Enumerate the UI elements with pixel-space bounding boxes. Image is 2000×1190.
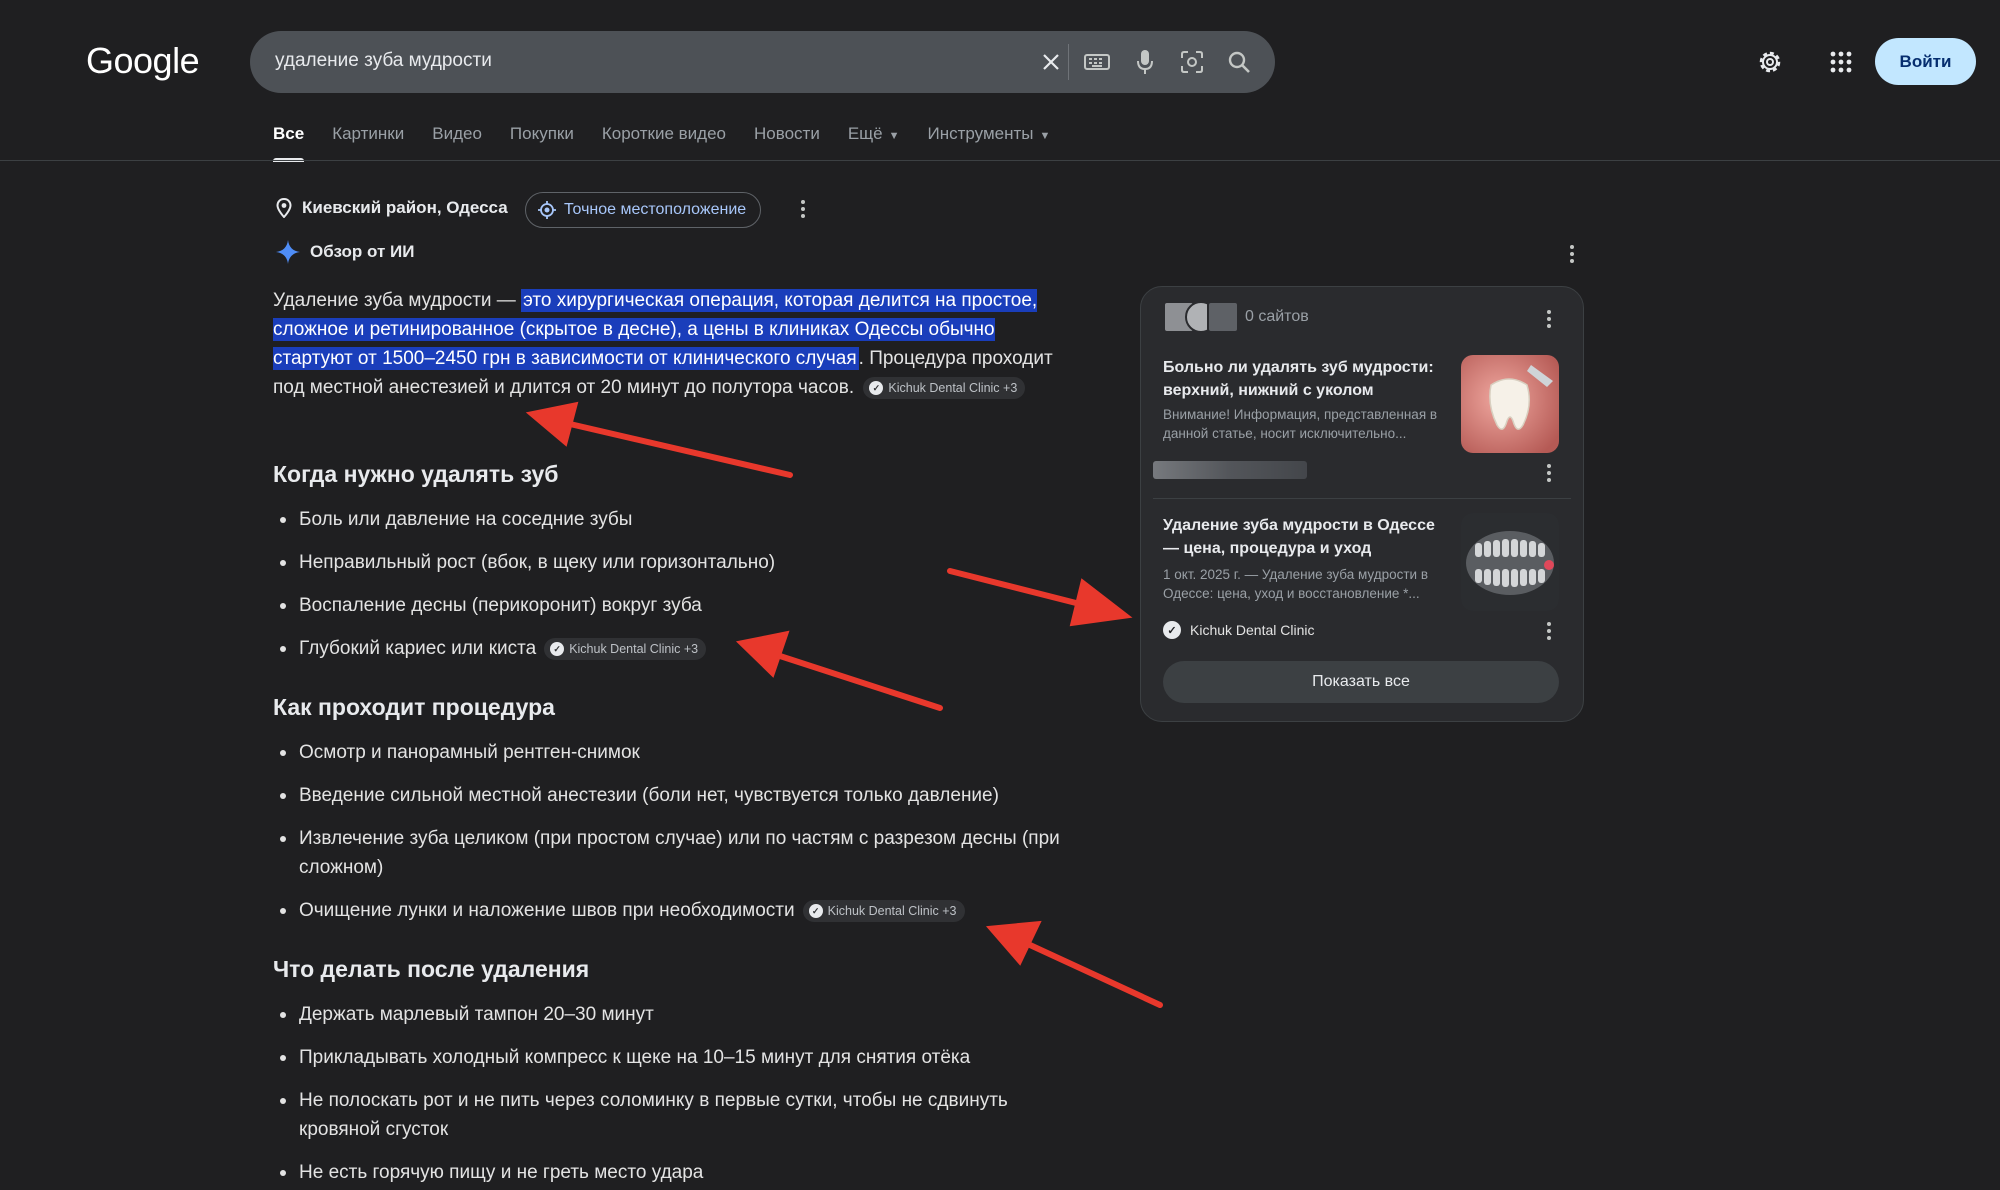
list-item: Не есть горячую пищу и не греть место уд…: [273, 1158, 1073, 1187]
search-input[interactable]: удаление зуба мудрости: [275, 50, 492, 72]
ai-overview-intro: Удаление зуба мудрости — это хирургическ…: [273, 286, 1073, 402]
lens-camera-icon[interactable]: [1176, 46, 1208, 78]
blurred-source: [1153, 461, 1307, 479]
tab-more-label: Ещё: [847, 124, 883, 143]
xray-thumbnail[interactable]: [1461, 513, 1559, 611]
annotation-arrow: [985, 920, 1163, 1008]
ai-overview-title: Обзор от ИИ: [310, 242, 415, 261]
tab-tools-label: Инструменты: [927, 124, 1034, 143]
list-item: Введение сильной местной анестезии (боли…: [273, 781, 1073, 810]
clinic-favicon-icon: ✓: [869, 381, 884, 395]
list-item-text: Очищение лунки и наложение швов при необ…: [299, 900, 795, 921]
apps-grid-icon[interactable]: [1821, 42, 1861, 82]
citation-label: Kichuk Dental Clinic +3: [827, 904, 957, 918]
target-icon: [538, 201, 556, 219]
sources-panel: 0 сайтов Больно ли удалять зуб мудрости:…: [1140, 286, 1584, 722]
list-item: Глубокий кариес или киста ✓ Kichuk Dental …: [273, 634, 1073, 663]
source-site[interactable]: ✓ Kichuk Dental Clinic: [1163, 621, 1315, 639]
list-item: Держать марлевый тампон 20–30 минут: [273, 1000, 1073, 1029]
location-name: Киевский район, Одесса: [302, 198, 508, 217]
tab-news[interactable]: Новости: [754, 124, 820, 162]
card-more-icon[interactable]: [1539, 619, 1559, 643]
precise-location-label: Точное местоположение: [564, 201, 747, 218]
annotation-arrow: [525, 401, 793, 478]
location-line: Киевский район, Одесса: [276, 198, 508, 218]
list-item-text: Глубокий кариес или киста: [299, 638, 537, 659]
sites-header[interactable]: 0 сайтов: [1163, 301, 1309, 333]
source-card-snippet: Внимание! Информация, представленная в д…: [1163, 407, 1438, 441]
source-card-snippet: 1 окт. 2025 г. — Удаление зуба мудрости …: [1163, 567, 1429, 601]
list-item: Боль или давление на соседние зубы: [273, 505, 1073, 534]
list-item: Извлечение зуба целиком (при простом слу…: [273, 824, 1073, 882]
tab-videos[interactable]: Видео: [432, 124, 482, 162]
tab-short-videos[interactable]: Короткие видео: [602, 124, 726, 162]
search-bar[interactable]: удаление зуба мудрости: [250, 31, 1275, 93]
list-item: Неправильный рост (вбок, в щеку или гори…: [273, 548, 1073, 577]
ai-overview-heading: Обзор от ИИ: [276, 240, 414, 264]
search-divider: [1068, 44, 1069, 80]
clear-icon[interactable]: [1035, 46, 1067, 78]
keyboard-icon[interactable]: [1081, 46, 1113, 78]
caret-down-icon: ▼: [888, 130, 900, 142]
precise-location-button[interactable]: Точное местоположение: [525, 192, 762, 228]
google-logo[interactable]: Google: [86, 40, 200, 82]
citation-chip[interactable]: ✓ Kichuk Dental Clinic +3: [544, 638, 707, 660]
location-more-icon[interactable]: [793, 197, 813, 221]
tabs-divider: [0, 160, 2000, 161]
card-more-icon[interactable]: [1539, 461, 1559, 485]
bullet-list: Держать марлевый тампон 20–30 минут Прик…: [273, 1000, 1073, 1187]
bullet-list: Боль или давление на соседние зубы Непра…: [273, 505, 1073, 663]
citation-chip[interactable]: ✓ Kichuk Dental Clinic +3: [802, 900, 965, 922]
tab-more[interactable]: Ещё ▼: [848, 124, 900, 162]
show-all-button[interactable]: Показать все: [1163, 661, 1559, 703]
clinic-favicon-icon: ✓: [808, 904, 823, 918]
section-title: Как проходит процедура: [273, 694, 555, 720]
site-favicon: [1207, 301, 1239, 333]
settings-gear-icon[interactable]: [1750, 42, 1790, 82]
panel-more-icon[interactable]: [1539, 307, 1559, 331]
tab-tools[interactable]: Инструменты ▼: [928, 124, 1051, 162]
clinic-favicon-icon: ✓: [1163, 621, 1181, 639]
tab-all[interactable]: Все: [273, 124, 305, 162]
source-card-title[interactable]: Больно ли удалять зуб мудрости: верхний,…: [1163, 356, 1453, 402]
list-item: Прикладывать холодный компресс к щеке на…: [273, 1043, 1073, 1072]
section-title: Что делать после удаления: [273, 956, 590, 982]
tab-shopping[interactable]: Покупки: [510, 124, 574, 162]
login-button[interactable]: Войти: [1875, 38, 1976, 85]
bullet-list: Осмотр и панорамный рентген-снимок Введе…: [273, 738, 1073, 925]
section-title: Когда нужно удалять зуб: [273, 461, 559, 487]
search-icon[interactable]: [1223, 46, 1255, 78]
location-pin-icon: [276, 198, 292, 218]
list-item: Воспаление десны (перикоронит) вокруг зу…: [273, 591, 1073, 620]
gemini-sparkle-icon: [276, 240, 300, 264]
citation-chip[interactable]: ✓ Kichuk Dental Clinic +3: [863, 377, 1026, 399]
citation-label: Kichuk Dental Clinic +3: [888, 381, 1018, 395]
clinic-favicon-icon: ✓: [550, 642, 565, 656]
list-item: Очищение лунки и наложение швов при необ…: [273, 896, 1073, 925]
sites-count: 0 сайтов: [1245, 308, 1309, 325]
tooth-thumbnail[interactable]: [1461, 355, 1559, 453]
ai-overview-more-icon[interactable]: [1562, 242, 1582, 266]
card-divider: [1153, 498, 1571, 499]
search-tabs: Все Картинки Видео Покупки Короткие виде…: [273, 124, 1078, 162]
source-card-title[interactable]: Удаление зуба мудрости в Одессе — цена, …: [1163, 514, 1453, 560]
list-item: Осмотр и панорамный рентген-снимок: [273, 738, 1073, 767]
microphone-icon[interactable]: [1129, 46, 1161, 78]
list-item: Не полоскать рот и не пить через соломин…: [273, 1086, 1073, 1144]
caret-down-icon: ▼: [1039, 130, 1051, 142]
tab-images[interactable]: Картинки: [332, 124, 404, 162]
source-site-name: Kichuk Dental Clinic: [1190, 622, 1315, 638]
intro-plain: Удаление зуба мудрости —: [273, 290, 522, 311]
citation-label: Kichuk Dental Clinic +3: [569, 642, 699, 656]
